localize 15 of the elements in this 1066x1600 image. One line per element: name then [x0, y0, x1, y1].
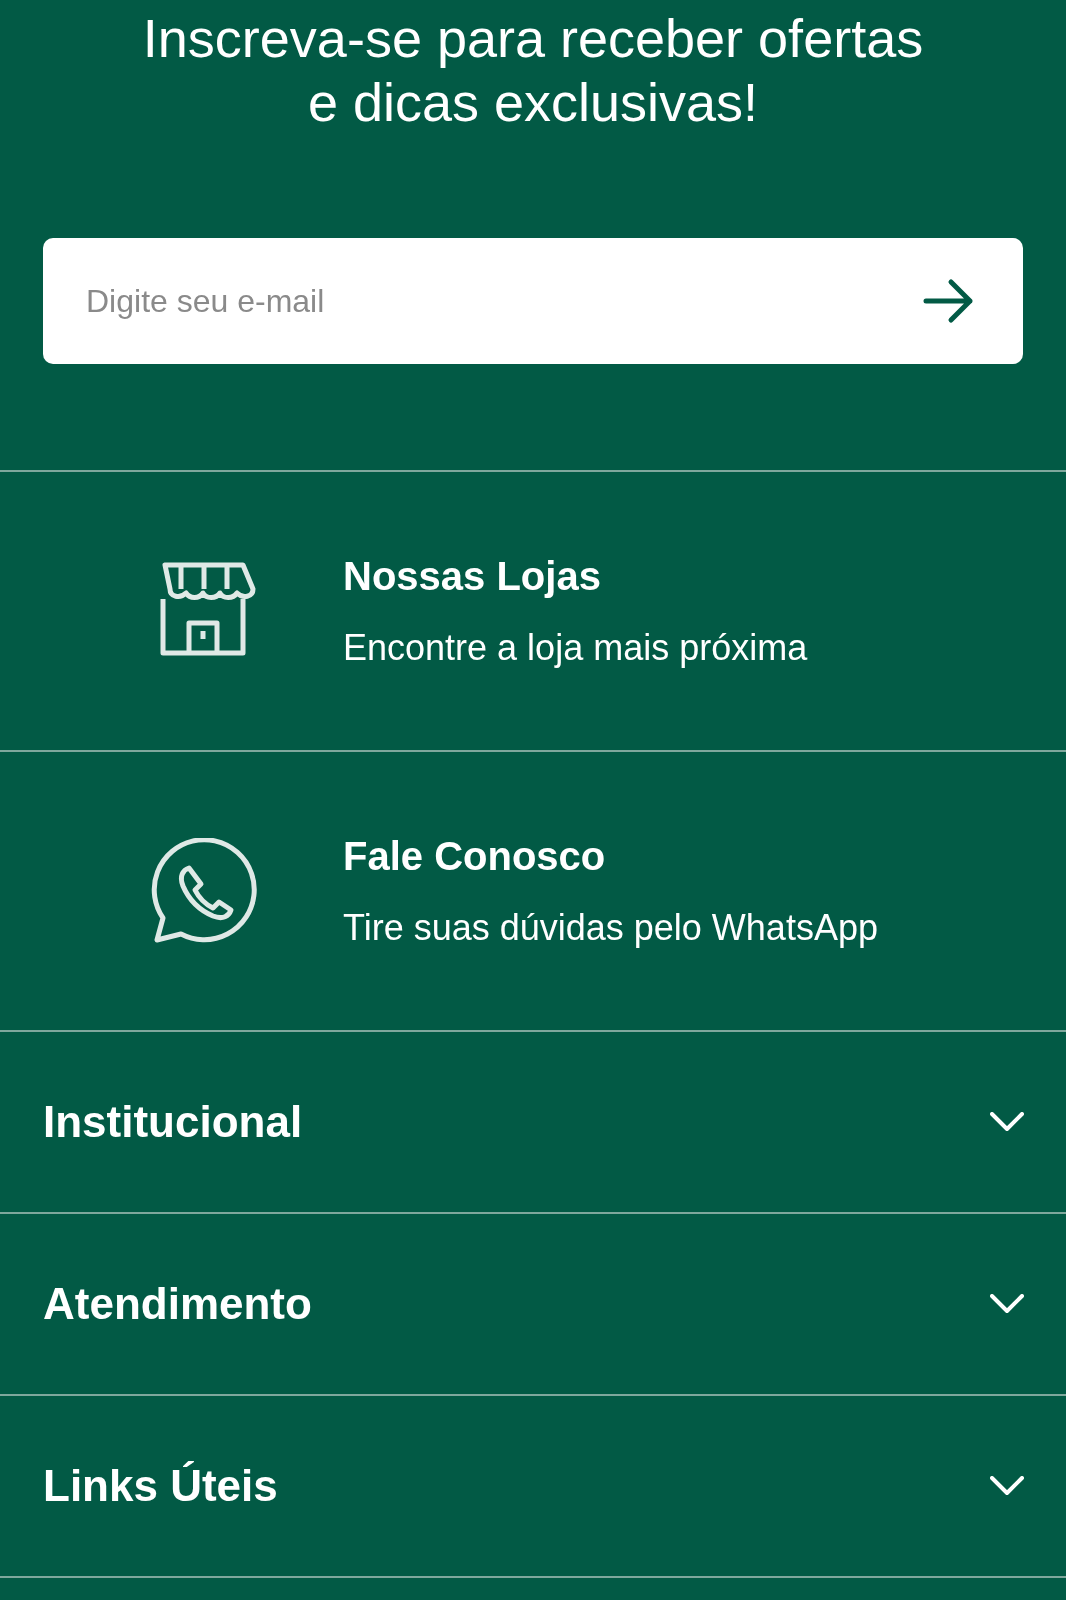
- card-subtitle: Tire suas dúvidas pelo WhatsApp: [343, 907, 878, 949]
- accordion-header[interactable]: Atendimento: [0, 1212, 1066, 1394]
- accordion-label: Atendimento: [43, 1278, 312, 1330]
- accordion-label: Links Úteis: [43, 1460, 278, 1512]
- chat-phone-icon: [151, 838, 257, 944]
- card-title[interactable]: Fale Conosco: [343, 833, 878, 879]
- email-field[interactable]: Digite seu e-mail: [43, 238, 1023, 364]
- submit-arrow-icon[interactable]: [923, 278, 975, 324]
- accordion-header[interactable]: Links Úteis: [0, 1394, 1066, 1576]
- email-input[interactable]: Digite seu e-mail: [86, 277, 923, 325]
- accordion-header[interactable]: Institucional: [0, 1030, 1066, 1212]
- card-title[interactable]: Nossas Lojas: [343, 553, 808, 599]
- card-subtitle: Encontre a loja mais próxima: [343, 627, 808, 669]
- newsletter-title: Inscreva-se para receber ofertas e dicas exclusivas!: [141, 7, 925, 134]
- accordion-label: Institucional: [43, 1096, 303, 1148]
